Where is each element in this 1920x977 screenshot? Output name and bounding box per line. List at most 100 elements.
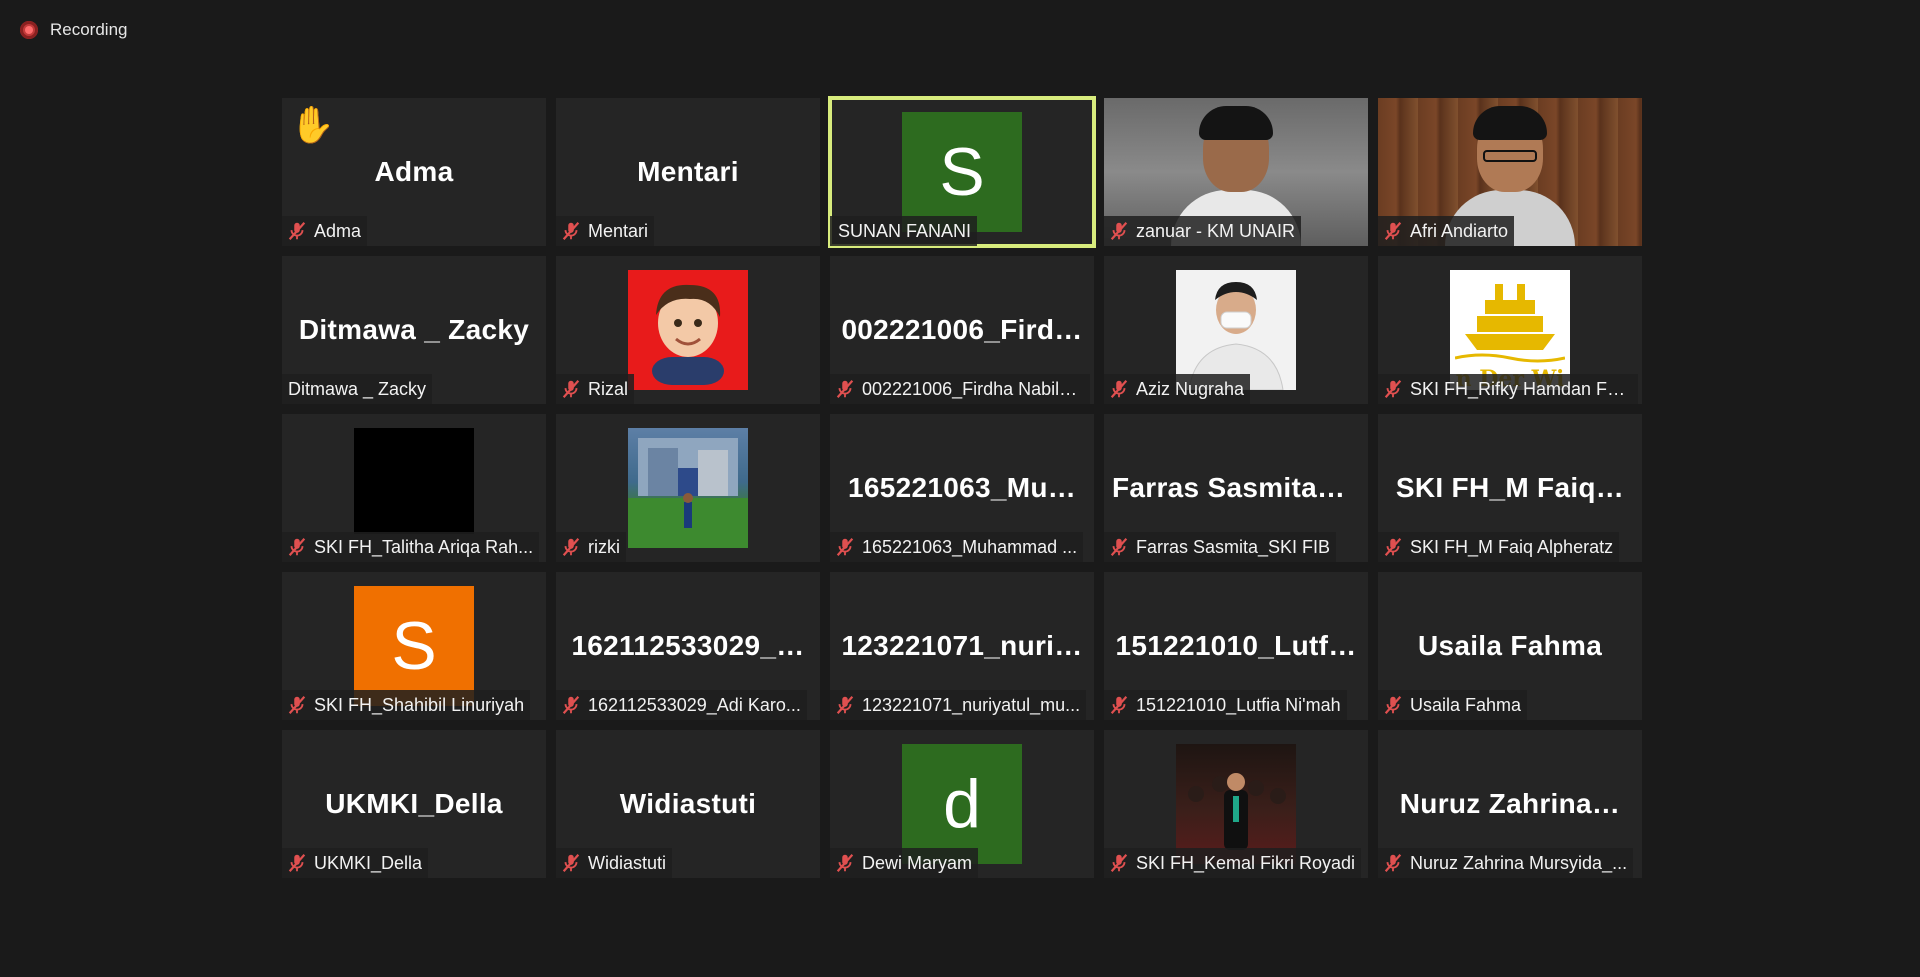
participant-tile[interactable]: Afri Andiarto (1378, 98, 1642, 246)
participant-tile[interactable]: Mentari Mentari (556, 98, 820, 246)
mic-muted-icon (834, 378, 856, 400)
mic-muted-icon (834, 852, 856, 874)
participant-tile[interactable]: Ditmawa _ Zacky Ditmawa _ Zacky (282, 256, 546, 404)
participant-name-label: Ditmawa _ Zacky (282, 374, 433, 404)
raised-hand-icon: ✋ (290, 104, 335, 145)
outdoor-photo-icon (628, 438, 748, 548)
participant-tile[interactable]: Nuruz Zahrina… Nuruz Zahrina Mursyida_..… (1378, 730, 1642, 878)
recording-label: Recording (50, 20, 128, 39)
participant-tile[interactable]: Farras Sasmita_… Farras Sasmita_SKI FIB (1104, 414, 1368, 562)
participant-name-label: zanuar - KM UNAIR (1104, 216, 1302, 246)
participant-name-label: Widiastuti (556, 848, 673, 878)
mic-muted-icon (1108, 378, 1130, 400)
participant-display-name: Farras Sasmita_… (1112, 472, 1362, 503)
participant-tile[interactable]: Rizal (556, 256, 820, 404)
profile-picture (628, 270, 748, 390)
participant-name-label: 165221063_Muhammad ... (830, 532, 1084, 562)
profile-picture (1176, 744, 1296, 864)
profile-picture: n Der Wi (1450, 270, 1570, 392)
participant-display-name: Widiastuti (619, 788, 757, 819)
participant-name-label: Dewi Maryam (830, 848, 979, 878)
participant-tile[interactable]: SKI FH_Talitha Ariqa Rah... (282, 414, 546, 562)
participant-name-label: 162112533029_Adi Karo... (556, 690, 807, 720)
mic-muted-icon (1382, 220, 1404, 242)
participant-name-label: Aziz Nugraha (1104, 374, 1251, 404)
group-photo-icon (1188, 773, 1286, 850)
avatar: d (902, 744, 1022, 864)
ship-logo-icon (1455, 284, 1565, 363)
participant-display-name: SKI FH_M Faiq… (1395, 472, 1625, 503)
participant-name-label: SUNAN FANANI (830, 216, 978, 246)
participant-name-label: SKI FH_M Faiq Alpheratz (1378, 532, 1620, 562)
participant-display-name: Adma (374, 156, 454, 187)
participant-name-label: UKMKI_Della (282, 848, 429, 878)
participant-name-label: 151221010_Lutfia Ni'mah (1104, 690, 1347, 720)
participant-name-label: Afri Andiarto (1378, 216, 1515, 246)
participant-name-label: Nuruz Zahrina Mursyida_... (1378, 848, 1634, 878)
avatar: S (902, 112, 1022, 232)
mic-muted-icon (1382, 694, 1404, 716)
participant-display-name: 165221063_Mu… (847, 472, 1077, 503)
mic-muted-icon (286, 536, 308, 558)
participant-name-label: SKI FH_Talitha Ariqa Rah... (282, 532, 540, 562)
participant-name-label: SKI FH_Shahibil Linuriyah (282, 690, 531, 720)
participant-tile[interactable]: 162112533029_… 162112533029_Adi Karo... (556, 572, 820, 720)
participant-tile[interactable]: 165221063_Mu… 165221063_Muhammad ... (830, 414, 1094, 562)
mic-muted-icon (1382, 378, 1404, 400)
participant-display-name: 151221010_Lutf… (1115, 630, 1357, 661)
mic-muted-icon (286, 852, 308, 874)
participant-tile[interactable]: S SKI FH_Shahibil Linuriyah (282, 572, 546, 720)
participant-name-label: 123221071_nuriyatul_mu... (830, 690, 1087, 720)
participant-display-name: Ditmawa _ Zacky (298, 314, 530, 345)
participant-display-name: 162112533029_… (571, 630, 805, 661)
participant-name-label: 002221006_Firdha Nabila... (830, 374, 1090, 404)
mic-muted-icon (1108, 536, 1130, 558)
participant-name-label: Farras Sasmita_SKI FIB (1104, 532, 1337, 562)
mic-muted-icon (560, 378, 582, 400)
mic-muted-icon (1108, 852, 1130, 874)
participant-tile[interactable]: n Der Wi SKI FH_Rifky Hamdan Fat... (1378, 256, 1642, 404)
participant-tile[interactable]: d Dewi Maryam (830, 730, 1094, 878)
participant-tile[interactable]: Widiastuti Widiastuti (556, 730, 820, 878)
participant-display-name: Nuruz Zahrina… (1399, 788, 1621, 819)
participant-tile[interactable]: zanuar - KM UNAIR (1104, 98, 1368, 246)
mic-muted-icon (1382, 536, 1404, 558)
participant-name-label: rizki (556, 532, 626, 562)
participant-tile[interactable]: 123221071_nuri… 123221071_nuriyatul_mu..… (830, 572, 1094, 720)
participant-name-label: Usaila Fahma (1378, 690, 1528, 720)
participant-name-label: SKI FH_Kemal Fikri Royadi (1104, 848, 1362, 878)
person-photo-icon (1188, 282, 1284, 390)
mic-muted-icon (834, 694, 856, 716)
mic-muted-icon (560, 220, 582, 242)
record-icon (20, 21, 38, 39)
participant-tile[interactable]: Aziz Nugraha (1104, 256, 1368, 404)
participant-tile[interactable]: UKMKI_Della UKMKI_Della (282, 730, 546, 878)
participant-tile[interactable]: ✋ Adma Adma (282, 98, 546, 246)
participant-name-label: Adma (282, 216, 368, 246)
mic-muted-icon (560, 536, 582, 558)
cartoon-avatar-icon (652, 284, 724, 385)
participant-tile[interactable]: 002221006_Fird… 002221006_Firdha Nabila.… (830, 256, 1094, 404)
participant-display-name: Usaila Fahma (1417, 630, 1603, 661)
mic-muted-icon (834, 536, 856, 558)
participant-tile[interactable]: Usaila Fahma Usaila Fahma (1378, 572, 1642, 720)
profile-picture (628, 428, 748, 548)
participant-tile[interactable]: SKI FH_Kemal Fikri Royadi (1104, 730, 1368, 878)
participant-name-label: SKI FH_Rifky Hamdan Fat... (1378, 374, 1638, 404)
profile-picture (1176, 270, 1296, 390)
participant-tile[interactable]: SKI FH_M Faiq… SKI FH_M Faiq Alpheratz (1378, 414, 1642, 562)
mic-muted-icon (560, 852, 582, 874)
avatar: S (354, 586, 474, 706)
participant-name-label: Mentari (556, 216, 655, 246)
participant-tile[interactable]: rizki (556, 414, 820, 562)
mic-muted-icon (1108, 694, 1130, 716)
participant-display-name: Mentari (637, 156, 739, 187)
recording-indicator[interactable]: Recording (20, 20, 128, 40)
participant-grid: ✋ Adma Adma Mentari Mentari S SUNAN FANA… (282, 96, 1642, 878)
participant-display-name: UKMKI_Della (325, 788, 503, 819)
mic-muted-icon (1382, 852, 1404, 874)
mic-muted-icon (286, 694, 308, 716)
mic-muted-icon (286, 220, 308, 242)
participant-tile-active-speaker[interactable]: S SUNAN FANANI (828, 96, 1096, 248)
participant-tile[interactable]: 151221010_Lutf… 151221010_Lutfia Ni'mah (1104, 572, 1368, 720)
